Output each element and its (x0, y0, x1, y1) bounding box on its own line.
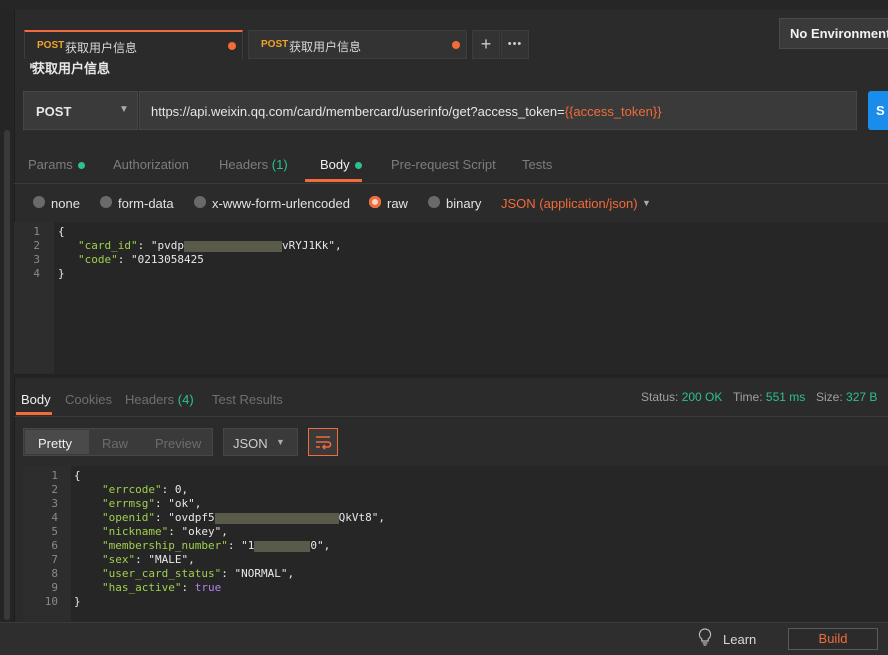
code-line: "card_id": "pvdp vRYJ1Kk", (78, 239, 342, 252)
tab-test-results[interactable]: Test Results (212, 392, 283, 407)
tab-prerequest-script[interactable]: Pre-request Script (391, 157, 496, 172)
sidebar-scrollbar[interactable] (4, 130, 10, 620)
wrap-icon (316, 436, 332, 450)
headers-count: (1) (271, 157, 288, 172)
more-tabs-button[interactable]: ••• (501, 30, 529, 59)
new-tab-button[interactable]: + (472, 30, 500, 59)
code-brace: { (74, 469, 81, 482)
tab-title: 获取用户信息 (289, 40, 362, 54)
lightbulb-icon[interactable] (697, 628, 713, 646)
radio-none[interactable] (33, 196, 45, 208)
active-tab-underline (16, 412, 52, 415)
radio-urlencoded[interactable] (194, 196, 206, 208)
request-name: 获取用户信息 (32, 61, 111, 76)
chevron-down-icon: ▼ (119, 104, 129, 115)
active-tab-underline (305, 179, 362, 182)
line-number: 4 (33, 267, 40, 280)
chevron-down-icon: ▼ (276, 437, 285, 447)
params-indicator-dot (77, 162, 85, 170)
code-line: "has_active": true (102, 581, 222, 594)
tab-cookies[interactable]: Cookies (65, 392, 112, 407)
content-type-dropdown[interactable]: JSON (application/json) (501, 196, 638, 211)
code-brace: } (74, 595, 81, 608)
tab-response-headers[interactable]: Headers (4) (125, 392, 194, 407)
radio-binary[interactable] (428, 196, 440, 208)
method-label: POST (36, 104, 72, 119)
tab-headers[interactable]: Headers (1) (219, 157, 288, 172)
pretty-button[interactable]: Pretty (38, 436, 72, 451)
code-line: "membership_number": "1 0", (102, 539, 331, 552)
line-number: 6 (51, 539, 58, 552)
line-number: 3 (51, 497, 58, 510)
unsaved-dot (228, 42, 236, 50)
line-number: 1 (33, 225, 40, 238)
line-number: 2 (33, 239, 40, 252)
code-brace: } (58, 267, 65, 280)
pane-splitter[interactable] (14, 374, 888, 378)
line-number: 5 (51, 525, 58, 538)
learn-link[interactable]: Learn (723, 632, 756, 647)
radio-binary-label[interactable]: binary (446, 196, 481, 211)
url-input[interactable]: https://api.weixin.qq.com/card/membercar… (139, 91, 857, 130)
url-variable: {{access_token}} (564, 104, 662, 119)
chevron-down-icon[interactable]: ▼ (642, 198, 651, 208)
radio-none-label[interactable]: none (51, 196, 80, 211)
code-line: "sex": "MALE", (102, 553, 195, 566)
method-dropdown[interactable]: POST ▼ (23, 91, 138, 130)
line-number: 7 (51, 553, 58, 566)
url-prefix: https://api.weixin.qq.com/card/membercar… (151, 104, 565, 119)
code-line: "openid": "ovdpf5 QkVt8", (102, 511, 385, 524)
tab-method: POST (37, 40, 65, 51)
code-line: "user_card_status": "NORMAL", (102, 567, 295, 580)
line-number: 9 (51, 581, 58, 594)
environment-selector[interactable]: No Environment (779, 18, 888, 49)
window-top-strip (0, 0, 888, 10)
tab-params[interactable]: Params (28, 157, 85, 172)
redacted-blur (214, 512, 339, 524)
code-line: "nickname": "okey", (102, 525, 228, 538)
redacted-blur (254, 540, 311, 552)
line-number: 1 (51, 469, 58, 482)
tab-title: 获取用户信息 (65, 41, 138, 55)
request-tab-active[interactable]: POST 获取用户信息 (24, 30, 243, 59)
language-label: JSON (233, 436, 268, 451)
status-readout: Status: 200 OK (641, 390, 723, 404)
line-number: 2 (51, 483, 58, 496)
radio-raw[interactable] (369, 196, 381, 208)
radio-form-data[interactable] (100, 196, 112, 208)
preview-button[interactable]: Preview (155, 436, 201, 451)
line-number: 3 (33, 253, 40, 266)
size-readout: Size: 327 B (816, 390, 878, 404)
radio-form-data-label[interactable]: form-data (118, 196, 174, 211)
code-line: "errmsg": "ok", (102, 497, 202, 510)
redacted-blur (183, 240, 282, 252)
build-button[interactable]: Build (788, 628, 878, 650)
body-indicator-dot (354, 162, 362, 170)
time-readout: Time: 551 ms (733, 390, 806, 404)
wrap-lines-button[interactable] (308, 428, 338, 456)
line-number: 10 (44, 595, 58, 608)
unsaved-dot (452, 41, 460, 49)
code-line: "code": "0213058425 (78, 253, 204, 266)
url-text: https://api.weixin.qq.com/card/membercar… (151, 104, 662, 119)
request-tabs: Params Authorization Headers (1) Body Pr… (14, 146, 888, 184)
language-dropdown[interactable]: JSON ▼ (223, 428, 298, 456)
tab-method: POST (261, 39, 289, 50)
radio-urlencoded-label[interactable]: x-www-form-urlencoded (212, 196, 350, 211)
line-number: 4 (51, 511, 58, 524)
tab-authorization[interactable]: Authorization (113, 157, 189, 172)
tab-response-body[interactable]: Body (21, 392, 51, 407)
send-button[interactable]: S (868, 91, 888, 130)
line-number: 8 (51, 567, 58, 580)
tab-body[interactable]: Body (320, 157, 362, 172)
request-tab[interactable]: POST 获取用户信息 (248, 30, 467, 59)
code-line: "errcode": 0, (102, 483, 189, 496)
code-brace: { (58, 225, 65, 238)
view-mode-group: Pretty Raw Preview (23, 428, 213, 456)
raw-button[interactable]: Raw (102, 436, 128, 451)
radio-raw-label[interactable]: raw (387, 196, 408, 211)
tab-tests[interactable]: Tests (522, 157, 552, 172)
